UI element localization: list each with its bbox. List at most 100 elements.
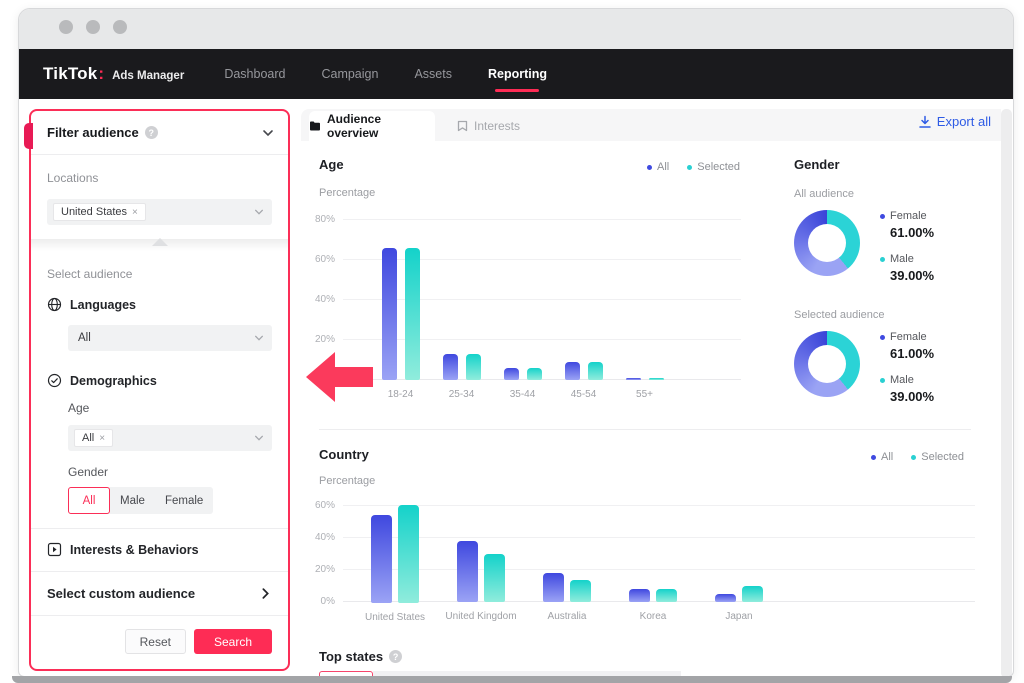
nav-item-campaign[interactable]: Campaign (321, 49, 378, 99)
y-tick-label: 40% (314, 294, 335, 305)
languages-dropdown[interactable]: All (68, 325, 272, 351)
bar-all-united-states (371, 514, 392, 603)
languages-section-header: Languages (47, 297, 272, 312)
locations-dropdown[interactable]: United States × (47, 199, 272, 225)
demographics-icon (47, 373, 62, 388)
filter-audience-panel: Filter audience Locations United States … (24, 109, 290, 671)
gender-donut-chart (794, 331, 860, 397)
window-control-dot[interactable] (86, 20, 100, 34)
bar-pair (543, 573, 591, 602)
interests-icon (47, 542, 62, 557)
gender-option-all[interactable]: All (68, 487, 110, 514)
legend-dot-all (871, 454, 876, 460)
legend-dot-female (880, 213, 885, 219)
location-chip[interactable]: United States × (53, 203, 146, 221)
help-icon[interactable] (389, 650, 403, 663)
bar-selected-18-24 (404, 248, 420, 380)
export-all-button[interactable]: Export all (918, 114, 991, 129)
country-y-axis-label: Percentage (319, 475, 376, 487)
category-slot: 35-44 (492, 219, 553, 403)
bar-selected-korea (656, 589, 677, 602)
bar-slots: 18-24 25-34 35-44 45-54 55+ (370, 219, 675, 403)
bar-pair (381, 248, 420, 380)
bar-pair (503, 368, 542, 380)
tiktok-logo[interactable]: TikTok : Ads Manager (43, 64, 184, 84)
bar-all-18-24 (381, 248, 397, 380)
bar-selected-55+ (648, 378, 664, 380)
x-category-label: Korea (639, 611, 667, 622)
search-button[interactable]: Search (193, 629, 272, 654)
bar-all-55+ (625, 378, 641, 380)
country-section-title: Country (319, 447, 369, 462)
legend-dot-male (880, 377, 885, 383)
filter-footer: Reset Search (47, 629, 272, 654)
close-icon[interactable]: × (132, 207, 138, 218)
select-audience-label: Select audience (47, 267, 133, 281)
category-slot: 55+ (614, 219, 675, 403)
languages-value: All (78, 332, 91, 344)
bookmark-icon (457, 120, 468, 132)
gender-slice-label: Male (890, 253, 914, 265)
custom-audience-label: Select custom audience (47, 586, 196, 601)
window-control-dot[interactable] (59, 20, 73, 34)
gender-legend-item-female: Female 61.00% (880, 331, 934, 361)
x-category-label: 18-24 (387, 389, 414, 400)
legend-label: All (881, 451, 894, 463)
bar-selected-45-54 (587, 362, 603, 380)
reset-button[interactable]: Reset (124, 629, 186, 654)
y-tick-label: 20% (314, 334, 335, 345)
custom-audience-row[interactable]: Select custom audience (47, 586, 272, 601)
location-chip-label: United States (61, 206, 128, 218)
category-slot: Korea (610, 505, 696, 625)
window-control-dot[interactable] (113, 20, 127, 34)
legend-dot-all (647, 164, 652, 170)
bar-selected-australia (570, 579, 591, 602)
interests-section-header[interactable]: Interests & Behaviors (47, 542, 272, 557)
country-legend: All Selected (871, 451, 964, 463)
nav-item-dashboard[interactable]: Dashboard (224, 49, 285, 99)
y-tick-label: 60% (314, 254, 335, 265)
nav-item-reporting[interactable]: Reporting (488, 49, 547, 99)
tab-audience-overview[interactable]: Audience overview (309, 111, 435, 141)
bar-all-35-44 (503, 368, 519, 380)
legend-item-all: All (871, 451, 893, 463)
divider (31, 528, 288, 529)
bar-selected-25-34 (465, 354, 481, 380)
age-dropdown[interactable]: All × (68, 425, 272, 451)
y-tick-label: 80% (314, 214, 335, 225)
legend-dot-selected (911, 454, 917, 460)
help-icon[interactable] (144, 126, 158, 139)
gender-group-row: Female 61.00% Male 39.00% (794, 210, 1004, 283)
locations-label: Locations (47, 171, 99, 185)
bar-all-united-kingdom (457, 541, 478, 602)
logo-product-label: Ads Manager (112, 70, 185, 82)
x-category-label: 25-34 (448, 389, 475, 400)
gender-legend-item-male: Male 39.00% (880, 253, 934, 283)
nav-item-assets[interactable]: Assets (414, 49, 452, 99)
age-chip[interactable]: All × (74, 429, 114, 447)
bar-all-japan (715, 594, 736, 602)
bar-pair (625, 378, 664, 380)
x-category-label: Australia (547, 611, 587, 622)
gender-option-female[interactable]: Female (155, 487, 213, 514)
bar-selected-35-44 (526, 368, 542, 380)
top-states-title: Top states (319, 649, 384, 664)
bar-selected-united-states (398, 505, 419, 603)
bar-selected-japan (742, 586, 763, 602)
category-slot: 25-34 (431, 219, 492, 403)
bar-pair (564, 362, 603, 380)
tab-interests[interactable]: Interests (445, 111, 532, 141)
filter-panel-header[interactable]: Filter audience (31, 111, 288, 155)
category-slot: Japan (696, 505, 782, 625)
gender-legend-item-male: Male 39.00% (880, 374, 934, 404)
divider (31, 615, 288, 616)
browser-window: TikTok : Ads Manager Dashboard Campaign As… (18, 8, 1014, 677)
gender-label: Gender (68, 465, 109, 479)
close-icon[interactable]: × (99, 433, 105, 444)
chevron-right-icon (259, 587, 272, 600)
gender-option-male[interactable]: Male (110, 487, 155, 514)
bar-slots: United States United Kingdom Australia Kore… (352, 505, 782, 625)
gender-section: Gender All audience Female 61.00% Male 39.00… (794, 157, 1004, 404)
gender-slice-value: 39.00% (890, 389, 935, 404)
chevron-down-icon[interactable] (262, 127, 274, 139)
